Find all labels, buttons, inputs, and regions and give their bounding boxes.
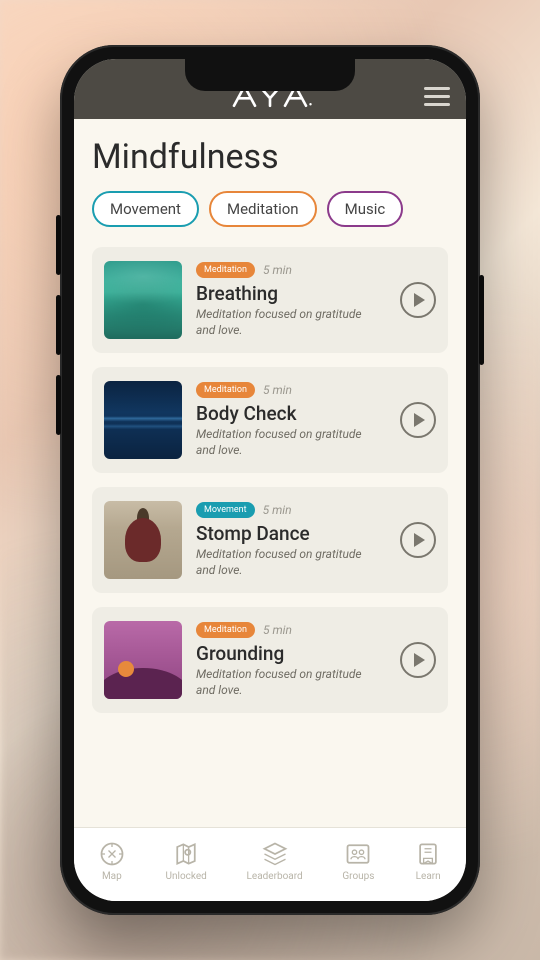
filter-chip-movement[interactable]: Movement: [92, 191, 199, 227]
bottom-nav: Map Unlocked Leaderboard Groups Learn: [74, 827, 466, 901]
category-badge: Meditation: [196, 622, 255, 638]
category-badge: Meditation: [196, 262, 255, 278]
compass-icon: [98, 840, 126, 868]
nav-label: Leaderboard: [247, 871, 303, 882]
nav-label: Groups: [342, 871, 374, 882]
session-description: Meditation focused on gratitude and love…: [196, 547, 366, 578]
session-description: Meditation focused on gratitude and love…: [196, 427, 366, 458]
session-body: Meditation 5 min Breathing Meditation fo…: [196, 262, 386, 338]
session-body: Meditation 5 min Body Check Meditation f…: [196, 382, 386, 458]
nav-map[interactable]: Map: [98, 840, 126, 882]
session-title: Breathing: [196, 282, 386, 305]
session-thumbnail: [104, 621, 182, 699]
session-meta: Meditation 5 min: [196, 382, 386, 398]
session-meta: Meditation 5 min: [196, 262, 386, 278]
session-duration: 5 min: [263, 623, 292, 637]
session-thumbnail: [104, 381, 182, 459]
app-screen: Mindfulness Movement Meditation Music Me…: [74, 59, 466, 901]
session-card[interactable]: Meditation 5 min Body Check Meditation f…: [92, 367, 448, 473]
category-badge: Movement: [196, 502, 255, 518]
page-content: Mindfulness Movement Meditation Music Me…: [74, 119, 466, 827]
nav-unlocked[interactable]: Unlocked: [166, 840, 207, 882]
session-title: Body Check: [196, 402, 386, 425]
people-icon: [344, 840, 372, 868]
session-title: Grounding: [196, 642, 386, 665]
nav-groups[interactable]: Groups: [342, 840, 374, 882]
stack-icon: [261, 840, 289, 868]
nav-learn[interactable]: Learn: [414, 840, 442, 882]
session-duration: 5 min: [263, 503, 292, 517]
nav-label: Unlocked: [166, 871, 207, 882]
session-thumbnail: [104, 261, 182, 339]
filter-chip-row: Movement Meditation Music: [92, 191, 448, 227]
session-card[interactable]: Movement 5 min Stomp Dance Meditation fo…: [92, 487, 448, 593]
session-title: Stomp Dance: [196, 522, 386, 545]
play-icon[interactable]: [400, 282, 436, 318]
book-icon: [414, 840, 442, 868]
hamburger-menu-icon[interactable]: [424, 87, 450, 107]
session-card[interactable]: Meditation 5 min Grounding Meditation fo…: [92, 607, 448, 713]
session-thumbnail: [104, 501, 182, 579]
play-icon[interactable]: [400, 642, 436, 678]
session-description: Meditation focused on gratitude and love…: [196, 307, 366, 338]
category-badge: Meditation: [196, 382, 255, 398]
nav-leaderboard[interactable]: Leaderboard: [247, 840, 303, 882]
page-title: Mindfulness: [92, 137, 448, 177]
session-body: Meditation 5 min Grounding Meditation fo…: [196, 622, 386, 698]
play-icon[interactable]: [400, 522, 436, 558]
card-list: Meditation 5 min Breathing Meditation fo…: [92, 247, 448, 713]
session-meta: Movement 5 min: [196, 502, 386, 518]
session-duration: 5 min: [263, 383, 292, 397]
nav-label: Map: [102, 871, 122, 882]
session-description: Meditation focused on gratitude and love…: [196, 667, 366, 698]
session-card[interactable]: Meditation 5 min Breathing Meditation fo…: [92, 247, 448, 353]
phone-frame: Mindfulness Movement Meditation Music Me…: [60, 45, 480, 915]
session-meta: Meditation 5 min: [196, 622, 386, 638]
session-duration: 5 min: [263, 263, 292, 277]
nav-label: Learn: [416, 871, 441, 882]
filter-chip-meditation[interactable]: Meditation: [209, 191, 317, 227]
play-icon[interactable]: [400, 402, 436, 438]
filter-chip-music[interactable]: Music: [327, 191, 404, 227]
phone-notch: [185, 59, 355, 91]
map-icon: [172, 840, 200, 868]
session-body: Movement 5 min Stomp Dance Meditation fo…: [196, 502, 386, 578]
